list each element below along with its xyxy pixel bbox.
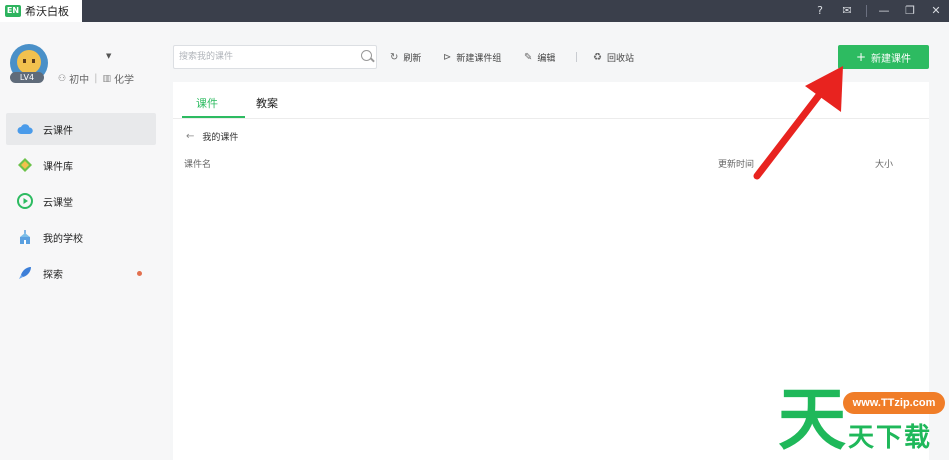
sidebar-item-my-school[interactable]: 我的学校 [6,221,156,253]
tab-lesson-plan[interactable]: 教案 [256,95,278,111]
new-group-label: 新建课件组 [456,53,502,64]
edit-icon: ✎ [524,51,533,63]
breadcrumb-label: 我的课件 [202,133,239,143]
library-icon [17,157,33,173]
app-logo-icon: EN [5,5,21,17]
watermark-text: 天下载 [848,423,933,453]
subject-icon: ▥ [102,73,111,84]
watermark-big-char: 天 [778,381,847,460]
app-name: 希沃白板 [25,5,69,18]
notification-dot [137,271,142,276]
sidebar-item-label: 课件库 [43,161,73,173]
rocket-icon [17,265,33,281]
grade-label[interactable]: 初中 [69,71,89,86]
minimize-icon[interactable]: — [877,4,891,18]
sidebar-item-cloud-courseware[interactable]: 云课件 [6,113,156,145]
play-icon [17,193,33,209]
title-bar: EN 希沃白板 ? ✉ — ❐ ✕ [0,0,949,22]
edit-label: 编辑 [537,53,556,64]
recycle-label: 回收站 [606,53,634,64]
watermark-url: www.TTzip.com [843,392,945,414]
sidebar-nav: 云课件 课件库 云课堂 我的学校 探索 [6,113,156,293]
new-group-icon: ⊳ [443,51,452,63]
edit-button[interactable]: ✎ 编辑 [524,50,555,64]
sidebar-item-cloud-classroom[interactable]: 云课堂 [6,185,156,217]
toolbar-divider [576,52,577,62]
avatar-eyes [23,59,35,63]
recycle-icon: ♻ [593,51,602,63]
sidebar-item-label: 云课件 [43,125,73,137]
search-icon[interactable] [361,50,372,61]
tab-courseware[interactable]: 课件 [196,95,218,111]
titlebar-divider [866,5,867,17]
restore-icon[interactable]: ❐ [903,4,917,18]
help-icon[interactable]: ? [813,4,827,18]
sidebar-item-courseware-library[interactable]: 课件库 [6,149,156,181]
subject-label[interactable]: 化学 [114,71,134,86]
active-tab-indicator [182,116,245,118]
user-meta: ⚇ 初中 | ▥ 化学 [58,71,134,86]
mail-icon[interactable]: ✉ [840,4,854,18]
sidebar: LV4 ▼ ⚇ 初中 | ▥ 化学 云课件 课件库 云课堂 我的学校 探索 [0,22,170,460]
recycle-bin-button[interactable]: ♻ 回收站 [593,50,634,64]
back-arrow-icon[interactable]: ← [186,131,194,142]
refresh-icon: ↻ [390,51,399,63]
sidebar-item-label: 探索 [43,269,63,281]
refresh-label: 刷新 [403,53,422,64]
plus-icon: + [855,50,867,64]
annotation-arrow [753,66,843,180]
column-header-name[interactable]: 课件名 [184,157,211,170]
breadcrumb: ← 我的课件 [186,130,238,143]
school-icon [17,229,33,245]
user-dropdown-icon[interactable]: ▼ [106,52,111,60]
meta-divider: | [94,73,98,84]
sidebar-item-label: 云课堂 [43,197,73,209]
search-input[interactable] [174,46,354,68]
sidebar-item-label: 我的学校 [43,233,83,245]
new-courseware-label: 新建课件 [871,53,912,65]
refresh-button[interactable]: ↻ 刷新 [390,50,421,64]
close-icon[interactable]: ✕ [929,4,943,18]
level-badge: LV4 [10,72,44,83]
cloud-icon [17,121,33,137]
new-group-button[interactable]: ⊳ 新建课件组 [443,50,501,64]
search-box [173,45,377,69]
watermark-logo: 天 www.TTzip.com 天下载 [778,385,949,460]
app-tab[interactable]: EN 希沃白板 [0,0,82,22]
column-header-size[interactable]: 大小 [875,157,893,170]
sidebar-item-explore[interactable]: 探索 [6,257,156,289]
grade-icon: ⚇ [58,73,67,84]
